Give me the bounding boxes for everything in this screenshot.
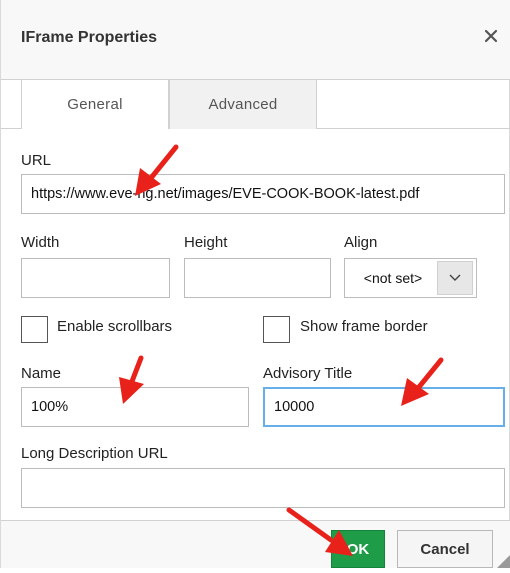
cancel-button[interactable]: Cancel xyxy=(397,530,493,568)
url-label: URL xyxy=(21,152,52,169)
show-frame-border-label: Show frame border xyxy=(300,318,428,335)
height-input[interactable] xyxy=(184,258,331,298)
tab-divider xyxy=(1,128,21,129)
align-select-value: <not set> xyxy=(363,270,423,286)
advisory-title-label: Advisory Title xyxy=(263,365,353,382)
enable-scrollbars-label: Enable scrollbars xyxy=(57,318,173,335)
url-input[interactable] xyxy=(21,174,505,214)
tab-divider xyxy=(317,128,510,129)
align-select[interactable]: <not set> xyxy=(344,258,477,298)
height-label: Height xyxy=(184,234,228,251)
long-description-url-input[interactable] xyxy=(21,468,505,508)
resize-handle-icon[interactable] xyxy=(497,552,510,568)
tab-general[interactable]: General xyxy=(21,79,169,129)
width-input[interactable] xyxy=(21,258,170,298)
chevron-down-icon[interactable] xyxy=(437,261,473,295)
tab-advanced[interactable]: Advanced xyxy=(169,79,317,129)
long-description-url-label: Long Description URL xyxy=(21,445,168,462)
ok-button[interactable]: OK xyxy=(331,530,385,568)
align-label: Align xyxy=(344,234,378,251)
width-label: Width xyxy=(21,234,60,251)
close-icon[interactable] xyxy=(479,24,503,48)
name-input[interactable] xyxy=(21,387,249,427)
enable-scrollbars-checkbox[interactable] xyxy=(21,316,48,343)
dialog-titlebar: IFrame Properties xyxy=(1,0,510,80)
name-label: Name xyxy=(21,365,62,382)
advisory-title-input[interactable] xyxy=(263,387,505,427)
iframe-properties-dialog: IFrame Properties General Advanced URL W… xyxy=(0,0,510,568)
show-frame-border-checkbox[interactable] xyxy=(263,316,290,343)
dialog-title: IFrame Properties xyxy=(21,29,158,46)
